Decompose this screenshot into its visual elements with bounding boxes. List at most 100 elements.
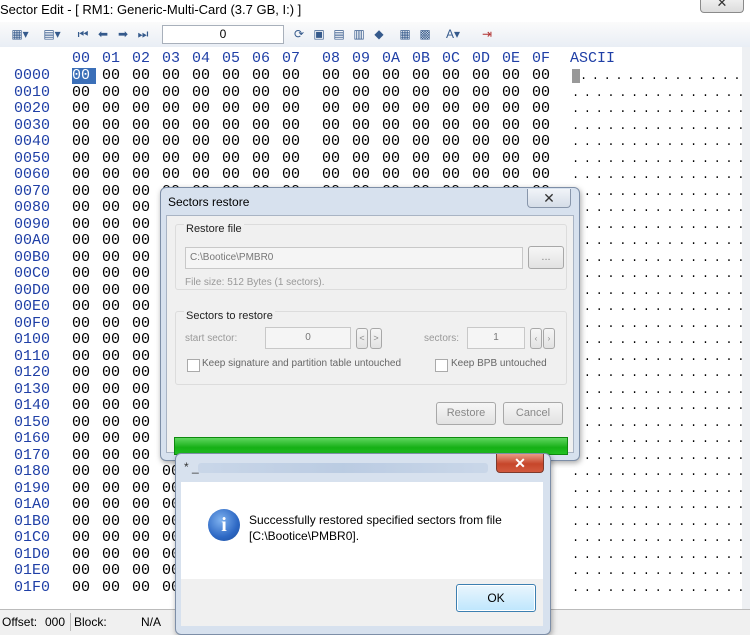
- hex-byte[interactable]: 00: [132, 117, 156, 134]
- hex-byte[interactable]: 00: [132, 381, 156, 398]
- clear-icon[interactable]: ◆: [372, 26, 386, 42]
- hex-byte[interactable]: 00: [72, 249, 96, 266]
- file-path-field[interactable]: C:\Bootice\PMBR0: [185, 247, 523, 269]
- hex-byte[interactable]: 00: [102, 101, 126, 117]
- hex-byte[interactable]: 00: [502, 150, 526, 167]
- hex-byte[interactable]: 00: [162, 117, 186, 134]
- hex-byte[interactable]: 00: [102, 546, 126, 563]
- hex-byte[interactable]: 00: [72, 200, 96, 216]
- hex-byte[interactable]: 00: [132, 266, 156, 282]
- ascii-text[interactable]: ................: [572, 217, 742, 233]
- hex-byte[interactable]: 00: [322, 134, 346, 150]
- ascii-text[interactable]: ................: [572, 233, 742, 249]
- hex-byte[interactable]: 00: [132, 497, 156, 513]
- hex-byte[interactable]: 00: [132, 183, 156, 200]
- hex-byte[interactable]: 00: [102, 563, 126, 579]
- hex-byte[interactable]: 00: [222, 84, 246, 101]
- hex-byte[interactable]: 00: [102, 183, 126, 200]
- ascii-text[interactable]: ................: [572, 349, 742, 365]
- dialog-close-button[interactable]: ✕: [527, 189, 571, 208]
- hex-byte[interactable]: 00: [102, 249, 126, 266]
- sectors-decrement-icon[interactable]: ‹: [530, 328, 542, 349]
- hex-byte[interactable]: 00: [132, 480, 156, 497]
- hex-byte[interactable]: 00: [132, 579, 156, 596]
- ascii-text[interactable]: ................: [572, 316, 742, 332]
- restore-icon[interactable]: ▥: [352, 26, 366, 42]
- hex-byte[interactable]: 00: [132, 398, 156, 414]
- ascii-text[interactable]: ................: [572, 481, 742, 497]
- hex-byte[interactable]: 00: [352, 117, 376, 134]
- hex-byte[interactable]: 00: [252, 167, 276, 183]
- hex-byte[interactable]: 00: [442, 167, 466, 183]
- hex-byte[interactable]: 00: [282, 167, 306, 183]
- hex-byte[interactable]: 00: [132, 200, 156, 216]
- sectors-count-input[interactable]: 1: [467, 327, 525, 349]
- hex-byte[interactable]: 00: [72, 117, 96, 134]
- hex-byte[interactable]: 00: [472, 117, 496, 134]
- hex-byte[interactable]: 00: [102, 497, 126, 513]
- hex-byte[interactable]: 00: [192, 101, 216, 117]
- hex-byte[interactable]: 00: [382, 134, 406, 150]
- hex-row[interactable]: 0000 00 00 00 00 00 00 00 00 00 00 00 00 00 00 00 00....…: [0, 68, 742, 84]
- hex-byte[interactable]: 00: [222, 68, 246, 84]
- ascii-text[interactable]: ................: [572, 365, 742, 381]
- ascii-text[interactable]: ................: [572, 250, 742, 266]
- hex-byte[interactable]: 00: [282, 117, 306, 134]
- hex-row[interactable]: 0060 00 00 00 00 00 00 00 00 00 00 00 00 00 00 00 00....…: [0, 167, 742, 183]
- hex-byte[interactable]: 00: [252, 101, 276, 117]
- hex-byte[interactable]: 00: [102, 579, 126, 596]
- hex-byte[interactable]: 00: [102, 282, 126, 299]
- hex-byte[interactable]: 00: [442, 101, 466, 117]
- hex-byte[interactable]: 00: [502, 167, 526, 183]
- hex-byte[interactable]: 00: [502, 117, 526, 134]
- hex-byte[interactable]: 00: [132, 365, 156, 381]
- hex-byte[interactable]: 00: [192, 117, 216, 134]
- ascii-text[interactable]: ................: [572, 299, 742, 315]
- hex-byte[interactable]: 00: [102, 365, 126, 381]
- hex-byte[interactable]: 00: [72, 216, 96, 233]
- hex-byte[interactable]: 00: [352, 68, 376, 84]
- hex-byte[interactable]: 00: [132, 332, 156, 348]
- ascii-text[interactable]: ................: [572, 118, 742, 134]
- hex-byte[interactable]: 00: [382, 68, 406, 84]
- hex-byte[interactable]: 00: [192, 150, 216, 167]
- hex-byte[interactable]: 00: [72, 150, 96, 167]
- hex-byte[interactable]: 00: [132, 233, 156, 249]
- sectors-increment-icon[interactable]: ›: [543, 328, 555, 349]
- hex-byte[interactable]: 00: [132, 431, 156, 447]
- hex-byte[interactable]: 00: [102, 84, 126, 101]
- hex-byte[interactable]: 00: [282, 101, 306, 117]
- restore-button[interactable]: Restore: [436, 402, 496, 425]
- hex-byte[interactable]: 00: [102, 233, 126, 249]
- hex-byte[interactable]: 00: [102, 68, 126, 84]
- hex-byte[interactable]: 00: [252, 117, 276, 134]
- hex-byte[interactable]: 00: [502, 134, 526, 150]
- hex-byte[interactable]: 00: [162, 84, 186, 101]
- hex-byte[interactable]: 00: [162, 167, 186, 183]
- hex-byte[interactable]: 00: [72, 398, 96, 414]
- ascii-text[interactable]: ................: [572, 497, 742, 513]
- hex-byte[interactable]: 00: [102, 414, 126, 431]
- hex-byte[interactable]: 00: [132, 447, 156, 464]
- cancel-button[interactable]: Cancel: [503, 402, 563, 425]
- hex-byte[interactable]: 00: [102, 150, 126, 167]
- hex-byte[interactable]: 00: [72, 381, 96, 398]
- prev-sector-icon[interactable]: ⬅: [96, 26, 110, 42]
- view-mode-icon[interactable]: ▦▾: [6, 26, 34, 42]
- hex-byte[interactable]: 00: [132, 464, 156, 480]
- hex-byte[interactable]: 00: [132, 134, 156, 150]
- hex-byte[interactable]: 00: [322, 117, 346, 134]
- hex-byte[interactable]: 00: [132, 563, 156, 579]
- ascii-text[interactable]: ................: [572, 184, 742, 200]
- hex-byte[interactable]: 00: [192, 84, 216, 101]
- ascii-text[interactable]: ................: [572, 283, 742, 299]
- start-sector-input[interactable]: 0: [265, 327, 351, 349]
- hex-byte[interactable]: 00: [102, 530, 126, 546]
- hex-byte[interactable]: 00: [72, 546, 96, 563]
- hex-byte[interactable]: 00: [472, 134, 496, 150]
- hex-byte[interactable]: 00: [102, 480, 126, 497]
- hex-byte[interactable]: 00: [442, 117, 466, 134]
- hex-byte[interactable]: 00: [532, 117, 556, 134]
- hex-byte[interactable]: 00: [72, 464, 96, 480]
- save-icon[interactable]: ▣: [312, 26, 326, 42]
